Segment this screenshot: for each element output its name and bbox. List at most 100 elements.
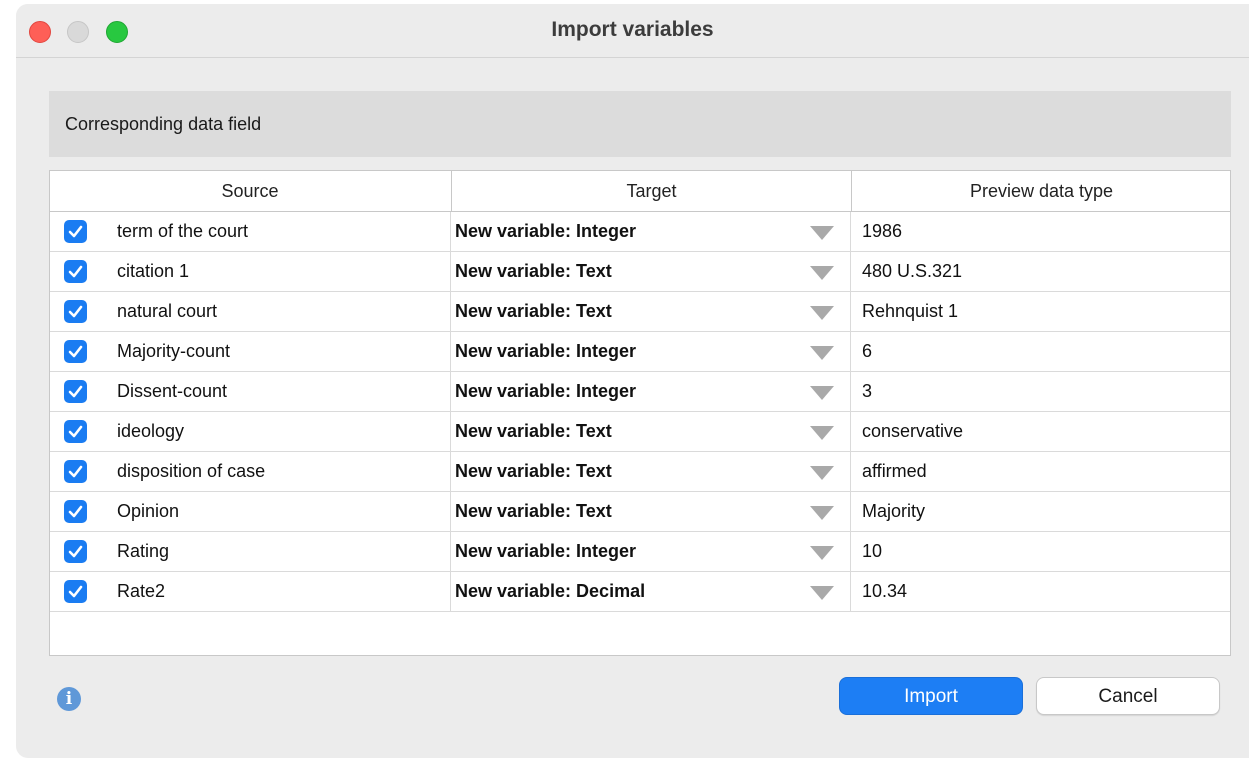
section-header: Corresponding data field: [49, 91, 1231, 157]
checkmark-icon: [68, 305, 83, 318]
include-checkbox[interactable]: [64, 500, 87, 523]
preview-cell: Majority: [862, 501, 926, 521]
checkmark-icon: [68, 465, 83, 478]
target-select[interactable]: New variable: Decimal: [455, 572, 645, 611]
triangle-down-icon[interactable]: [810, 466, 834, 480]
import-button[interactable]: Import: [839, 677, 1023, 715]
column-divider: [450, 252, 451, 291]
target-select[interactable]: New variable: Integer: [455, 532, 636, 571]
target-select[interactable]: New variable: Text: [455, 492, 612, 531]
preview-cell: 6: [862, 341, 873, 361]
column-divider: [450, 292, 451, 331]
window-title: Import variables: [551, 18, 714, 41]
column-divider: [850, 332, 851, 371]
table-row[interactable]: Dissent-count New variable: Integer 3: [50, 372, 1230, 412]
triangle-down-icon[interactable]: [810, 546, 834, 560]
include-checkbox[interactable]: [64, 380, 87, 403]
triangle-down-icon[interactable]: [810, 346, 834, 360]
target-select[interactable]: New variable: Text: [455, 292, 612, 331]
checkmark-icon: [68, 385, 83, 398]
include-checkbox[interactable]: [64, 540, 87, 563]
table-row[interactable]: Rating New variable: Integer 10: [50, 532, 1230, 572]
column-divider: [850, 532, 851, 571]
column-divider: [850, 412, 851, 451]
checkmark-icon: [68, 265, 83, 278]
target-select[interactable]: New variable: Text: [455, 412, 612, 451]
column-divider: [850, 212, 851, 251]
checkmark-icon: [68, 225, 83, 238]
column-header-source[interactable]: Source: [50, 171, 450, 211]
table-header: Source Target Preview data type: [50, 171, 1230, 212]
source-cell: natural court: [117, 301, 218, 321]
column-divider: [450, 372, 451, 411]
column-header-target[interactable]: Target: [451, 171, 851, 211]
include-checkbox[interactable]: [64, 580, 87, 603]
preview-cell: 10: [862, 541, 883, 561]
checkmark-icon: [68, 545, 83, 558]
checkmark-icon: [68, 585, 83, 598]
source-cell: Dissent-count: [117, 381, 228, 401]
target-select[interactable]: New variable: Integer: [455, 372, 636, 411]
target-select[interactable]: New variable: Text: [455, 452, 612, 491]
title-bar: Import variables: [16, 4, 1249, 58]
triangle-down-icon[interactable]: [810, 226, 834, 240]
triangle-down-icon[interactable]: [810, 386, 834, 400]
target-select[interactable]: New variable: Integer: [455, 212, 636, 251]
column-divider: [450, 452, 451, 491]
triangle-down-icon[interactable]: [810, 266, 834, 280]
triangle-down-icon[interactable]: [810, 506, 834, 520]
table-row[interactable]: natural court New variable: Text Rehnquist…: [50, 292, 1230, 332]
preview-cell: conservative: [862, 421, 964, 441]
include-checkbox[interactable]: [64, 300, 87, 323]
table-row[interactable]: Opinion New variable: Text Majority: [50, 492, 1230, 532]
include-checkbox[interactable]: [64, 260, 87, 283]
column-divider: [450, 532, 451, 571]
column-divider: [850, 292, 851, 331]
import-variables-dialog: Import variables Corresponding data fiel…: [16, 4, 1249, 758]
column-divider: [450, 412, 451, 451]
table-row[interactable]: ideology New variable: Text conservative: [50, 412, 1230, 452]
preview-cell: 480 U.S.321: [862, 261, 963, 281]
include-checkbox[interactable]: [64, 340, 87, 363]
preview-cell: 10.34: [862, 581, 908, 601]
table-row[interactable]: citation 1 New variable: Text 480 U.S.321: [50, 252, 1230, 292]
table-row[interactable]: disposition of case New variable: Text aff…: [50, 452, 1230, 492]
include-checkbox[interactable]: [64, 460, 87, 483]
include-checkbox[interactable]: [64, 220, 87, 243]
column-divider: [850, 452, 851, 491]
preview-cell: Rehnquist 1: [862, 301, 959, 321]
triangle-down-icon[interactable]: [810, 306, 834, 320]
info-icon[interactable]: i: [57, 687, 81, 711]
table-row[interactable]: term of the court New variable: Integer 19…: [50, 212, 1230, 252]
column-divider: [450, 572, 451, 611]
include-checkbox[interactable]: [64, 420, 87, 443]
target-select[interactable]: New variable: Text: [455, 252, 612, 291]
column-divider: [450, 332, 451, 371]
checkmark-icon: [68, 345, 83, 358]
source-cell: Rating: [117, 541, 170, 561]
target-select[interactable]: New variable: Integer: [455, 332, 636, 371]
source-cell: disposition of case: [117, 461, 266, 481]
checkmark-icon: [68, 505, 83, 518]
preview-cell: 1986: [862, 221, 903, 241]
checkmark-icon: [68, 425, 83, 438]
triangle-down-icon[interactable]: [810, 586, 834, 600]
triangle-down-icon[interactable]: [810, 426, 834, 440]
column-header-preview[interactable]: Preview data type: [851, 171, 1231, 211]
preview-cell: 3: [862, 381, 873, 401]
variables-table: Source Target Preview data type term of …: [49, 170, 1231, 656]
cancel-button[interactable]: Cancel: [1036, 677, 1220, 715]
column-divider: [850, 492, 851, 531]
table-row[interactable]: Rate2 New variable: Decimal 10.34: [50, 572, 1230, 612]
column-divider: [450, 492, 451, 531]
source-cell: Majority-count: [117, 341, 231, 361]
source-cell: term of the court: [117, 221, 249, 241]
section-label: Corresponding data field: [65, 114, 262, 134]
column-divider: [850, 372, 851, 411]
source-cell: Opinion: [117, 501, 180, 521]
source-cell: citation 1: [117, 261, 190, 281]
preview-cell: affirmed: [862, 461, 927, 481]
table-row[interactable]: Majority-count New variable: Integer 6: [50, 332, 1230, 372]
source-cell: Rate2: [117, 581, 166, 601]
column-divider: [450, 212, 451, 251]
